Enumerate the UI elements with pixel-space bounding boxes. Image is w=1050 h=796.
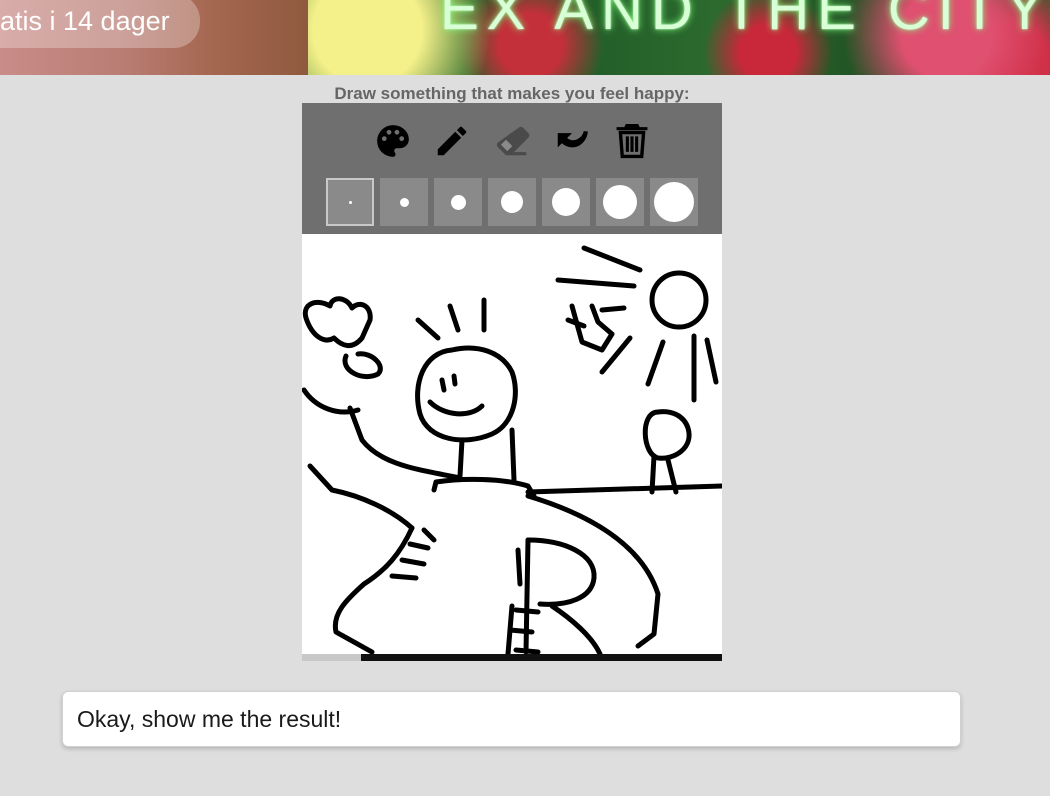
brush-size-row	[326, 178, 698, 226]
brush-size-2-button[interactable]	[380, 178, 428, 226]
brush-size-6-button[interactable]	[596, 178, 644, 226]
brush-dot-icon	[348, 200, 352, 204]
brush-size-4-button[interactable]	[488, 178, 536, 226]
brush-size-7-button[interactable]	[650, 178, 698, 226]
drawing-progress-fill	[361, 654, 722, 661]
drawing-prompt: Draw something that makes you feel happy…	[334, 84, 690, 103]
brush-size-3-button[interactable]	[434, 178, 482, 226]
tool-row	[302, 119, 722, 163]
brush-dot-icon	[450, 194, 466, 210]
free-trial-button[interactable]: atis i 14 dager	[0, 0, 200, 48]
drawing-toolbar	[302, 103, 722, 234]
brush-size-1-button[interactable]	[326, 178, 374, 226]
brush-size-5-button[interactable]	[542, 178, 590, 226]
palette-icon[interactable]	[371, 119, 415, 163]
banner-title: EX AND THE CITY	[440, 0, 1050, 42]
brush-dot-icon	[654, 182, 694, 222]
drawing-canvas[interactable]	[302, 234, 722, 654]
brush-dot-icon	[603, 185, 637, 219]
sketch-drawing	[302, 245, 722, 654]
brush-dot-icon	[399, 197, 409, 207]
brush-dot-icon	[501, 191, 523, 213]
undo-icon[interactable]	[550, 119, 594, 163]
show-result-button[interactable]: Okay, show me the result!	[62, 691, 961, 747]
pencil-icon[interactable]	[430, 119, 474, 163]
brush-dot-icon	[552, 188, 580, 216]
eraser-icon[interactable]	[490, 119, 534, 163]
header-banner: EX AND THE CITY atis i 14 dager	[0, 0, 1050, 75]
drawing-progress-bar	[302, 654, 722, 661]
trash-icon[interactable]	[610, 119, 654, 163]
